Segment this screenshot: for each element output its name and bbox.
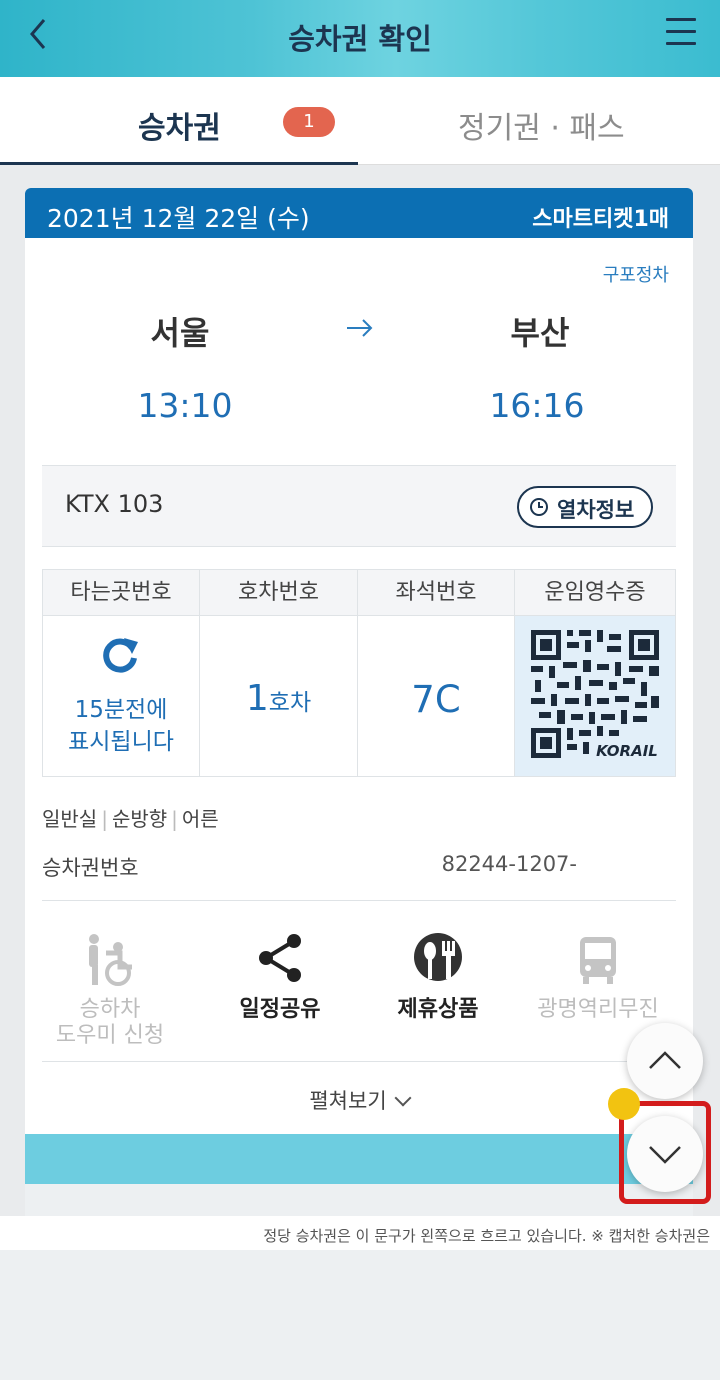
platform-message: 15분전에 표시됩니다: [68, 697, 174, 755]
gwangmyeong-limousine-label: 광명역리무진: [537, 997, 659, 1022]
platform-header: 타는곳번호: [43, 570, 200, 616]
train-info-button-label: 열차정보: [557, 498, 635, 522]
expand-label: 펼쳐보기: [309, 1089, 387, 1113]
tab-ticket[interactable]: 승차권 1: [0, 77, 358, 165]
marquee-text: 정당 승차권은 이 문구가 왼쪽으로 흐르고 있습니다. ※ 캡처한 승차권은: [263, 1227, 710, 1245]
page-title: 승차권 확인: [288, 22, 432, 56]
travel-date: 2021년 12월 22일 (수): [47, 204, 310, 233]
expand-button[interactable]: 펼쳐보기: [25, 1085, 693, 1115]
card-footer-area: [25, 1184, 693, 1216]
receipt-cell[interactable]: KORAIL: [515, 616, 675, 776]
tab-pass-label: 정기권 · 패스: [458, 111, 625, 146]
scroll-up-button[interactable]: [627, 1023, 703, 1099]
arrival-time: 16:16: [489, 386, 585, 425]
class-info: 일반실 | 순방향 | 어른: [42, 807, 219, 831]
partner-products-button[interactable]: 제휴상품: [358, 933, 518, 1023]
train-info-row: KTX 103 열차정보: [42, 465, 676, 547]
bus-icon: [580, 937, 616, 984]
car-cell: 1호차: [200, 616, 358, 776]
right-arrow-icon: [347, 319, 373, 337]
train-number: KTX 103: [65, 490, 164, 518]
refresh-icon[interactable]: [98, 634, 142, 678]
car-number: 1호차: [245, 678, 312, 719]
touch-indicator: [608, 1088, 640, 1120]
train-info-button[interactable]: 열차정보: [517, 486, 653, 528]
platform-cell[interactable]: 15분전에 표시됩니다: [43, 616, 200, 776]
clock-icon: [530, 498, 548, 516]
gwangmyeong-limousine-button[interactable]: 광명역리무진: [518, 933, 678, 1023]
chevron-up-icon: [649, 1051, 681, 1069]
ticket-card-header: 2021년 12월 22일 (수) 스마트티켓1매: [25, 188, 693, 238]
seat-header: 좌석번호: [358, 570, 515, 616]
divider: [42, 1061, 676, 1062]
svg-text:KORAIL: KORAIL: [596, 742, 658, 760]
wheelchair-assist-icon: [89, 934, 132, 986]
hamburger-menu-icon[interactable]: [666, 18, 696, 48]
seat-number: 7C: [411, 678, 461, 721]
seat-cell: 7C: [358, 616, 515, 776]
share-icon: [259, 934, 301, 982]
tab-ticket-label: 승차권: [138, 111, 221, 146]
ticket-type: 스마트티켓1매: [532, 207, 669, 232]
ticket-card: 2021년 12월 22일 (수) 스마트티켓1매 구포정차 서울 부산 13:…: [25, 188, 693, 1134]
departure-time: 13:10: [137, 386, 233, 425]
tab-pass[interactable]: 정기권 · 패스: [358, 77, 720, 165]
departure-station: 서울: [150, 314, 210, 352]
validity-marquee: 정당 승차권은 이 문구가 왼쪽으로 흐르고 있습니다. ※ 캡처한 승차권은: [0, 1216, 720, 1250]
ticket-tabs: 승차권 1 정기권 · 패스: [0, 77, 720, 165]
ticket-number-label: 승차권번호: [42, 856, 139, 880]
route-stop-note: 구포정차: [602, 265, 669, 286]
seat-info-grid: 타는곳번호 호차번호 좌석번호 운임영수증 15분전에 표시됩니다 1호차 7C: [42, 569, 676, 777]
receipt-header: 운임영수증: [515, 570, 675, 616]
dining-icon: [414, 933, 462, 981]
divider: [42, 900, 676, 901]
boarding-assist-label: 승하차 도우미 신청: [55, 997, 165, 1048]
ticket-number: 82244-1207-: [441, 852, 577, 876]
share-schedule-label: 일정공유: [239, 997, 321, 1022]
app-header: 승차권 확인: [0, 0, 720, 77]
qr-code[interactable]: KORAIL: [527, 626, 663, 762]
bottom-area: [0, 1250, 720, 1380]
arrival-station: 부산: [510, 314, 570, 352]
boarding-assist-button[interactable]: 승하차 도우미 신청: [30, 933, 190, 1049]
car-header: 호차번호: [200, 570, 358, 616]
partner-products-label: 제휴상품: [397, 997, 479, 1022]
share-schedule-button[interactable]: 일정공유: [200, 933, 360, 1023]
chevron-down-icon: [394, 1089, 412, 1107]
next-ticket-strip: [25, 1134, 693, 1184]
ticket-count-badge: 1: [283, 107, 335, 137]
